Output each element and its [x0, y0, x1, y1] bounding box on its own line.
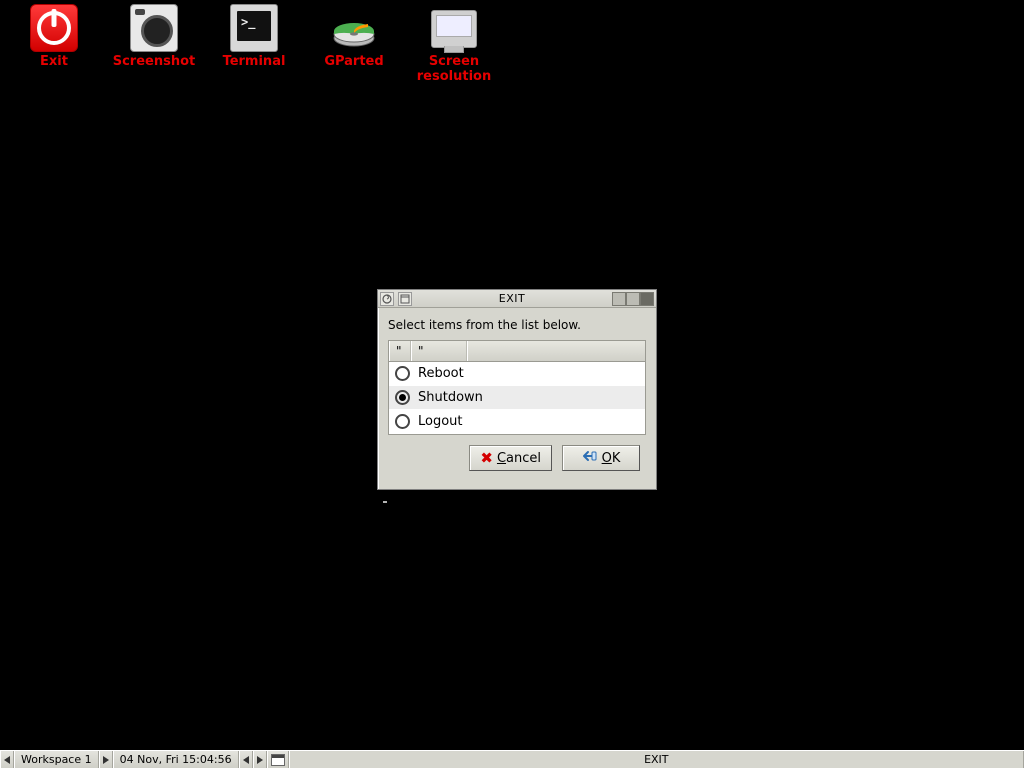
power-icon: [30, 4, 78, 52]
desktop-icon-gparted[interactable]: GParted: [308, 4, 400, 84]
camera-icon: [130, 4, 178, 52]
dialog-buttons: ✖ Cancel OK: [388, 435, 646, 479]
desktop-icon-terminal[interactable]: Terminal: [208, 4, 300, 84]
tasklist-next-button[interactable]: [253, 751, 267, 768]
ok-icon: [582, 449, 598, 467]
window-buttons: [612, 292, 654, 306]
dialog-instruction: Select items from the list below.: [388, 318, 646, 332]
disk-icon: [330, 4, 378, 52]
triangle-right-icon: [103, 756, 109, 764]
list-header-cell[interactable]: ": [389, 341, 411, 361]
radio-icon: [395, 414, 410, 429]
option-label: Logout: [418, 414, 463, 429]
workspace-prev-button[interactable]: [0, 751, 14, 768]
list-header-cell[interactable]: ": [411, 341, 467, 361]
desktop-icon-label: Screenshot: [113, 54, 196, 69]
dialog-titlebar[interactable]: EXIT: [378, 290, 656, 308]
triangle-left-icon: [243, 756, 249, 764]
option-logout[interactable]: Logout: [389, 410, 645, 434]
desktop-icon-screenres[interactable]: Screen resolution: [408, 4, 500, 84]
ok-button[interactable]: OK: [562, 445, 640, 471]
desktop-icon-label: Screen resolution: [408, 54, 500, 84]
window-list-icon[interactable]: [398, 292, 412, 306]
desktop-icon-screenshot[interactable]: Screenshot: [108, 4, 200, 84]
window-menu-icon[interactable]: [380, 292, 394, 306]
desktop-icon-label: Exit: [40, 54, 68, 69]
window-list-icon: [271, 754, 285, 766]
close-button[interactable]: [640, 292, 654, 306]
list-header: " ": [388, 340, 646, 362]
terminal-icon: [230, 4, 278, 52]
taskbar-task-exit[interactable]: EXIT: [289, 751, 1024, 768]
option-label: Shutdown: [418, 390, 483, 405]
desktop-icon-exit[interactable]: Exit: [8, 4, 100, 84]
option-shutdown[interactable]: Shutdown: [389, 386, 645, 410]
desktop-icons: Exit Screenshot Terminal GParted Screen …: [8, 4, 500, 84]
monitor-icon: [431, 10, 477, 48]
dialog-title: EXIT: [416, 292, 608, 305]
taskbar-clock: 04 Nov, Fri 15:04:56: [113, 751, 239, 768]
minimize-button[interactable]: [612, 292, 626, 306]
option-reboot[interactable]: Reboot: [389, 362, 645, 386]
maximize-button[interactable]: [626, 292, 640, 306]
desktop-icon-label: GParted: [324, 54, 383, 69]
cancel-button[interactable]: ✖ Cancel: [469, 445, 552, 471]
tasklist-prev-button[interactable]: [239, 751, 253, 768]
workspace-next-button[interactable]: [99, 751, 113, 768]
radio-icon: [395, 366, 410, 381]
radio-icon: [395, 390, 410, 405]
cancel-icon: ✖: [480, 449, 493, 467]
list-header-cell[interactable]: [467, 341, 645, 361]
taskbar: Workspace 1 04 Nov, Fri 15:04:56 EXIT: [0, 750, 1024, 768]
triangle-left-icon: [4, 756, 10, 764]
option-list: Reboot Shutdown Logout: [388, 362, 646, 435]
artifact: [383, 501, 387, 503]
workspace-label[interactable]: Workspace 1: [14, 751, 99, 768]
desktop-icon-label: Terminal: [223, 54, 286, 69]
exit-dialog: EXIT Select items from the list below. "…: [377, 289, 657, 490]
tray-button[interactable]: [267, 751, 289, 768]
triangle-right-icon: [257, 756, 263, 764]
option-label: Reboot: [418, 366, 464, 381]
